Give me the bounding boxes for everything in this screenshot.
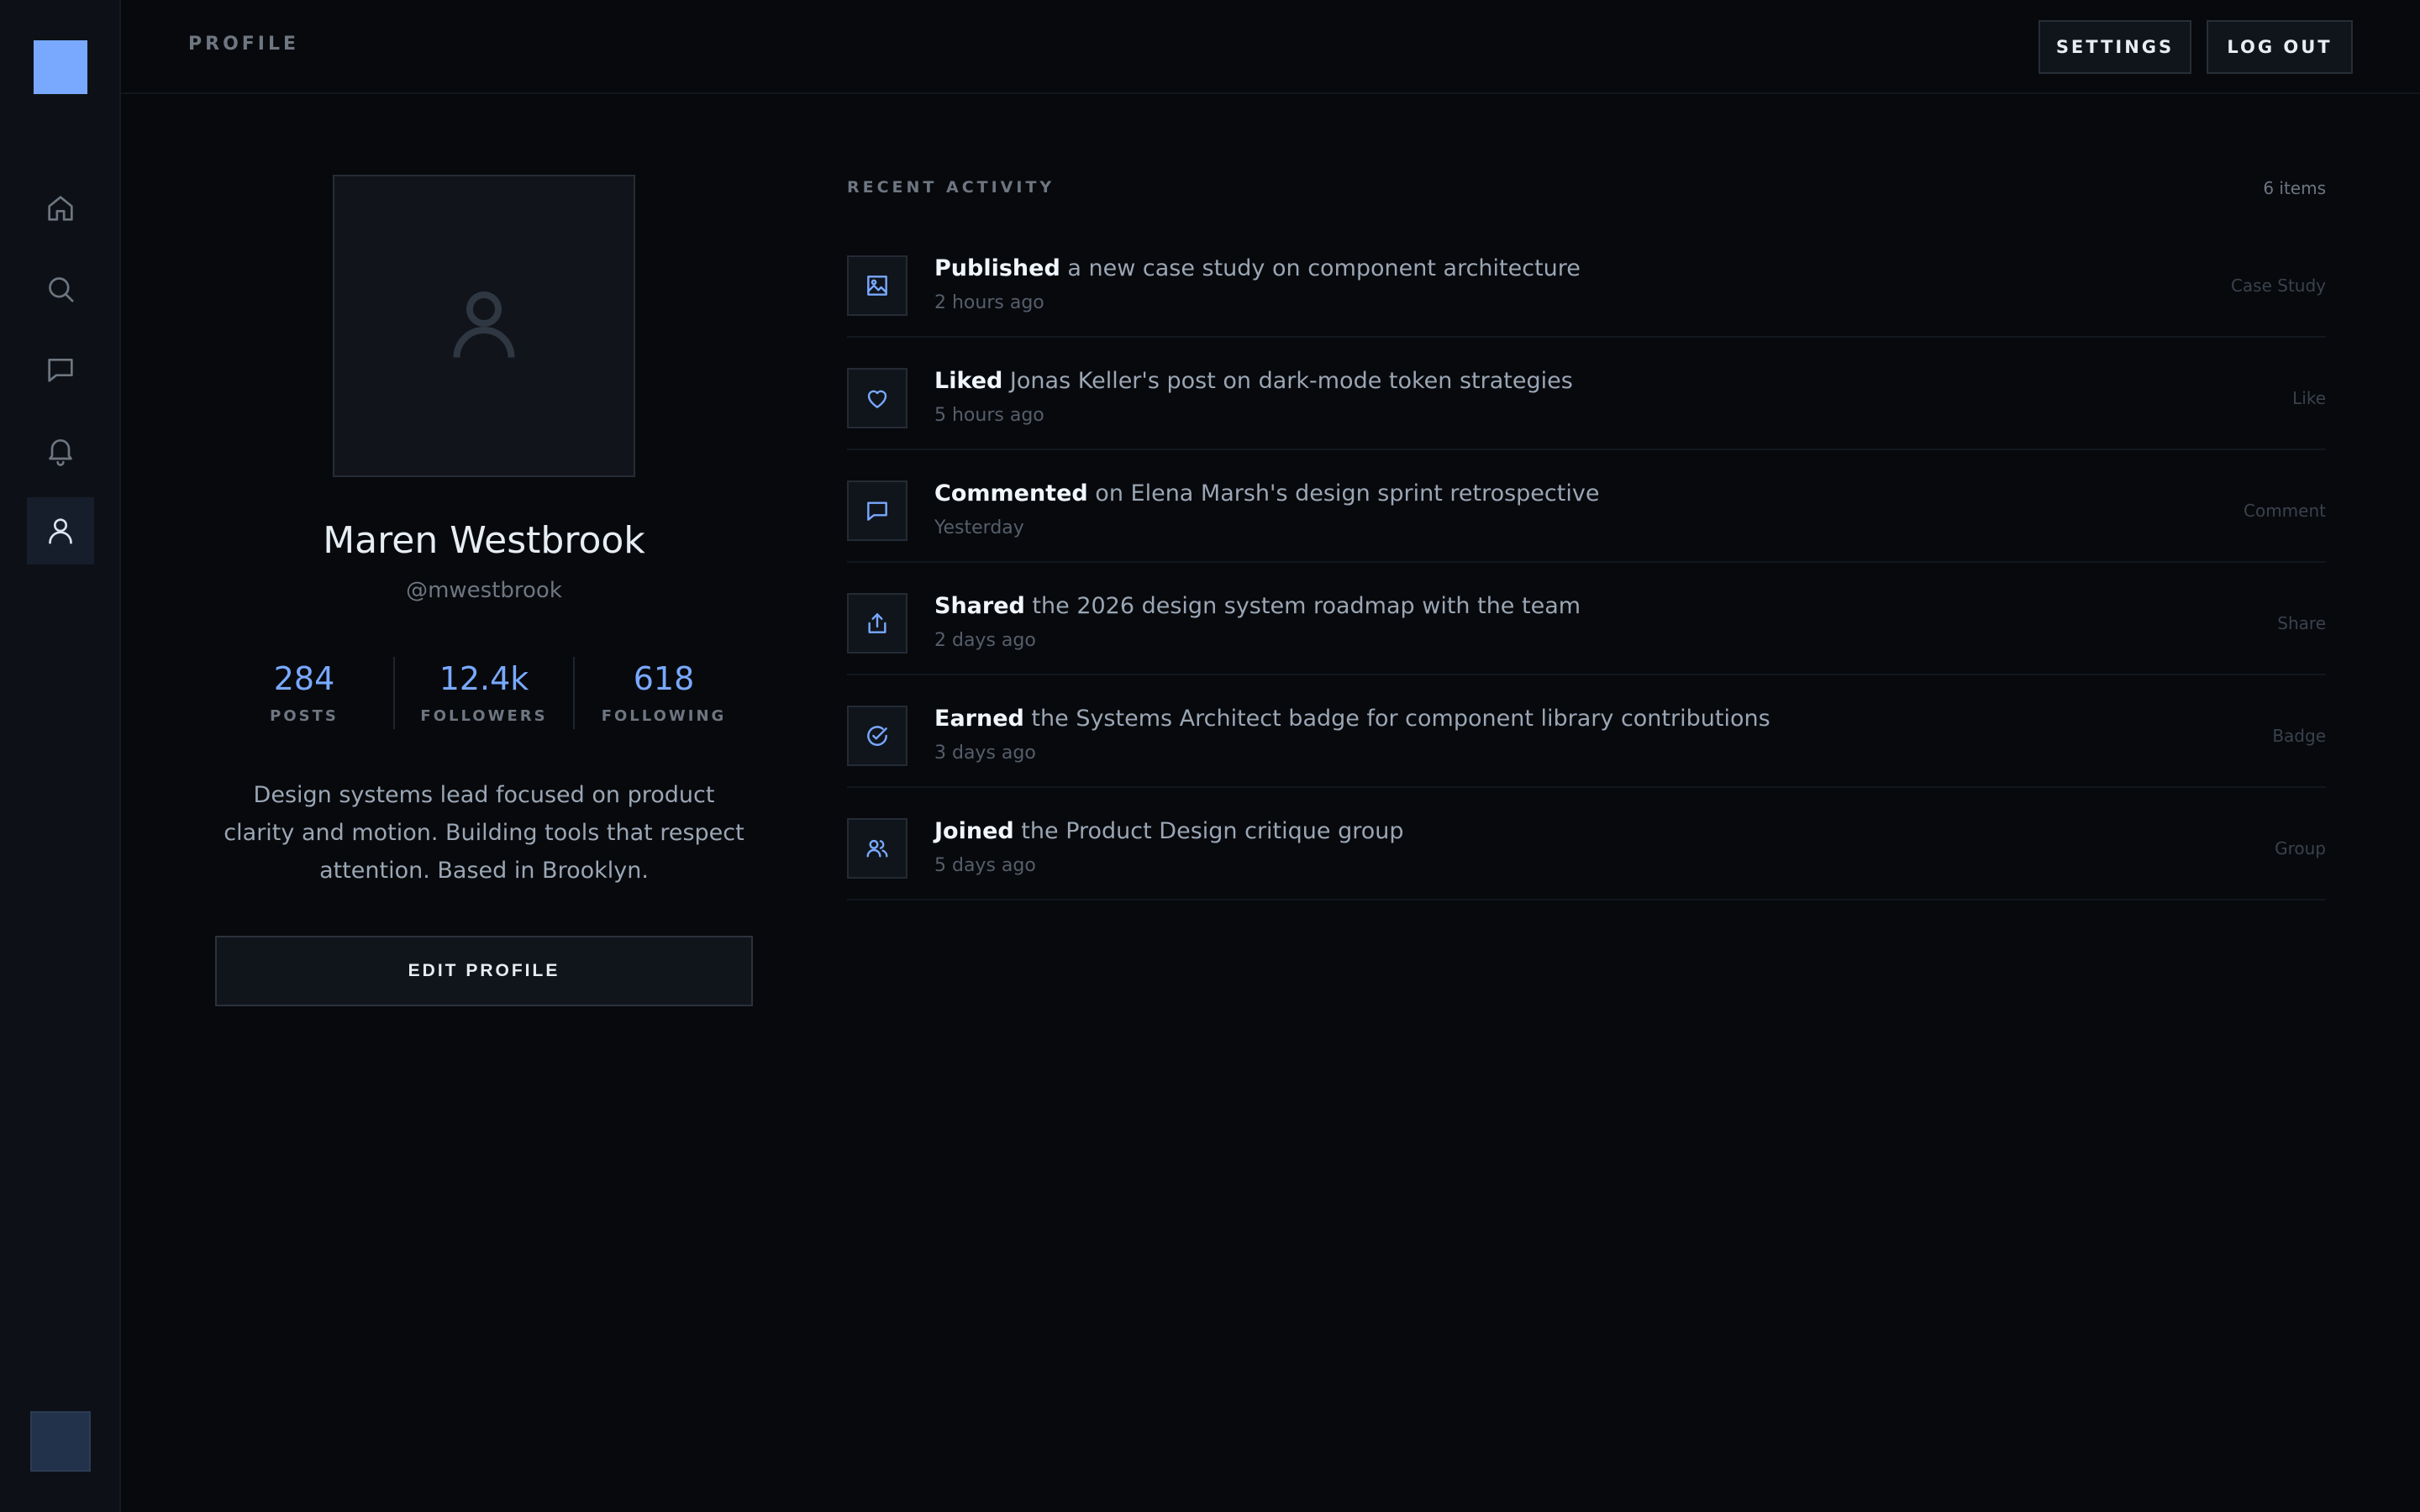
logout-button[interactable]: LOG OUT — [2207, 20, 2353, 74]
message-icon — [48, 359, 73, 382]
activity-verb: Joined — [934, 818, 1014, 844]
stat-value: 12.4k — [439, 660, 529, 697]
users-icon — [866, 839, 888, 858]
page-title: PROFILE — [188, 34, 300, 55]
activity-time: 2 hours ago — [934, 292, 1044, 313]
stat-value: 284 — [273, 660, 335, 697]
activity-description: on Elena Marsh's design sprint retrospec… — [1087, 480, 1600, 507]
activity-verb: Commented — [934, 480, 1088, 507]
stat-posts[interactable]: 284 POSTS — [220, 660, 388, 725]
share-icon — [868, 613, 886, 633]
activity-description: Jonas Keller's post on dark-mode token s… — [1002, 368, 1573, 394]
activity-item[interactable]: Joined the Product Design critique group… — [847, 788, 2326, 900]
activity-icon-box — [847, 706, 908, 766]
activity-text: Commented on Elena Marsh's design sprint… — [934, 480, 1599, 507]
image-icon — [867, 276, 887, 296]
activity-text: Liked Jonas Keller's post on dark-mode t… — [934, 368, 1573, 394]
stat-divider — [573, 657, 575, 729]
activity-icon-box — [847, 818, 908, 879]
activity-count: 6 items — [2263, 178, 2326, 198]
user-icon — [49, 518, 72, 544]
stat-label: FOLLOWING — [601, 707, 727, 725]
stat-value: 618 — [633, 660, 695, 697]
profile-bio: Design systems lead focused on product c… — [224, 782, 744, 884]
badge-check-icon — [867, 726, 887, 746]
activity-item[interactable]: Shared the 2026 design system roadmap wi… — [847, 563, 2326, 675]
activity-verb: Published — [934, 255, 1060, 281]
activity-item[interactable]: Earned the Systems Architect badge for c… — [847, 675, 2326, 788]
activity-item[interactable]: Published a new case study on component … — [847, 225, 2326, 338]
activity-description: the Systems Architect badge for componen… — [1023, 706, 1770, 732]
activity-verb: Shared — [934, 593, 1025, 619]
sidebar-item-search[interactable] — [27, 255, 94, 323]
activity-time: Yesterday — [934, 517, 1024, 538]
activity-item[interactable]: Commented on Elena Marsh's design sprint… — [847, 450, 2326, 563]
stat-following[interactable]: 618 FOLLOWING — [580, 660, 748, 725]
stat-label: POSTS — [270, 707, 339, 725]
profile-handle: @mwestbrook — [406, 578, 562, 603]
activity-tag: Case Study — [2230, 276, 2326, 296]
activity-text: Earned the Systems Architect badge for c… — [934, 706, 1770, 732]
comment-icon — [867, 501, 887, 521]
sidebar-item-profile[interactable] — [27, 497, 94, 564]
current-user-avatar[interactable] — [30, 1411, 91, 1472]
stat-label: FOLLOWERS — [420, 707, 548, 725]
activity-tag: Comment — [2244, 501, 2326, 521]
activity-time: 5 days ago — [934, 855, 1036, 876]
bell-icon — [49, 439, 72, 466]
edit-profile-button[interactable]: EDIT PROFILE — [215, 936, 753, 1006]
activity-text: Published a new case study on component … — [934, 255, 1581, 281]
activity-tag: Share — [2277, 613, 2326, 633]
sidebar-item-messages[interactable] — [27, 336, 94, 403]
activity-item[interactable]: Liked Jonas Keller's post on dark-mode t… — [847, 338, 2326, 450]
activity-tag: Group — [2275, 838, 2326, 858]
activity-tag: Like — [2292, 388, 2326, 408]
activity-time: 2 days ago — [934, 630, 1036, 651]
stat-followers[interactable]: 12.4k FOLLOWERS — [400, 660, 568, 725]
activity-time: 5 hours ago — [934, 405, 1044, 426]
sidebar — [0, 0, 121, 1512]
activity-heading: RECENT ACTIVITY — [847, 178, 1055, 197]
activity-verb: Liked — [934, 368, 1003, 394]
activity-icon-box — [847, 593, 908, 654]
app-root: PROFILE SETTINGS LOG OUT Maren Westbrook… — [0, 0, 2420, 1512]
activity-tag: Badge — [2272, 726, 2326, 746]
top-header: PROFILE SETTINGS LOG OUT — [121, 0, 2420, 94]
activity-description: a new case study on component architectu… — [1060, 255, 1581, 281]
home-icon — [48, 196, 73, 221]
activity-icon-box — [847, 480, 908, 541]
activity-icon-box — [847, 368, 908, 428]
settings-button[interactable]: SETTINGS — [2039, 20, 2191, 74]
user-placeholder-icon — [453, 291, 515, 358]
sidebar-item-home[interactable] — [27, 175, 94, 242]
activity-time: 3 days ago — [934, 743, 1036, 764]
sidebar-item-notifications[interactable] — [27, 417, 94, 484]
stat-divider — [393, 657, 395, 729]
activity-icon-box — [847, 255, 908, 316]
activity-text: Joined the Product Design critique group — [934, 818, 1404, 844]
activity-description: the Product Design critique group — [1013, 818, 1404, 844]
activity-text: Shared the 2026 design system roadmap wi… — [934, 593, 1581, 619]
heart-icon — [867, 390, 887, 408]
activity-verb: Earned — [934, 706, 1024, 732]
profile-avatar[interactable] — [333, 175, 635, 477]
app-logo[interactable] — [34, 40, 87, 94]
profile-name: Maren Westbrook — [323, 519, 645, 562]
activity-list: Published a new case study on component … — [847, 225, 2326, 900]
search-icon — [49, 277, 74, 302]
activity-description: the 2026 design system roadmap with the … — [1024, 593, 1581, 619]
